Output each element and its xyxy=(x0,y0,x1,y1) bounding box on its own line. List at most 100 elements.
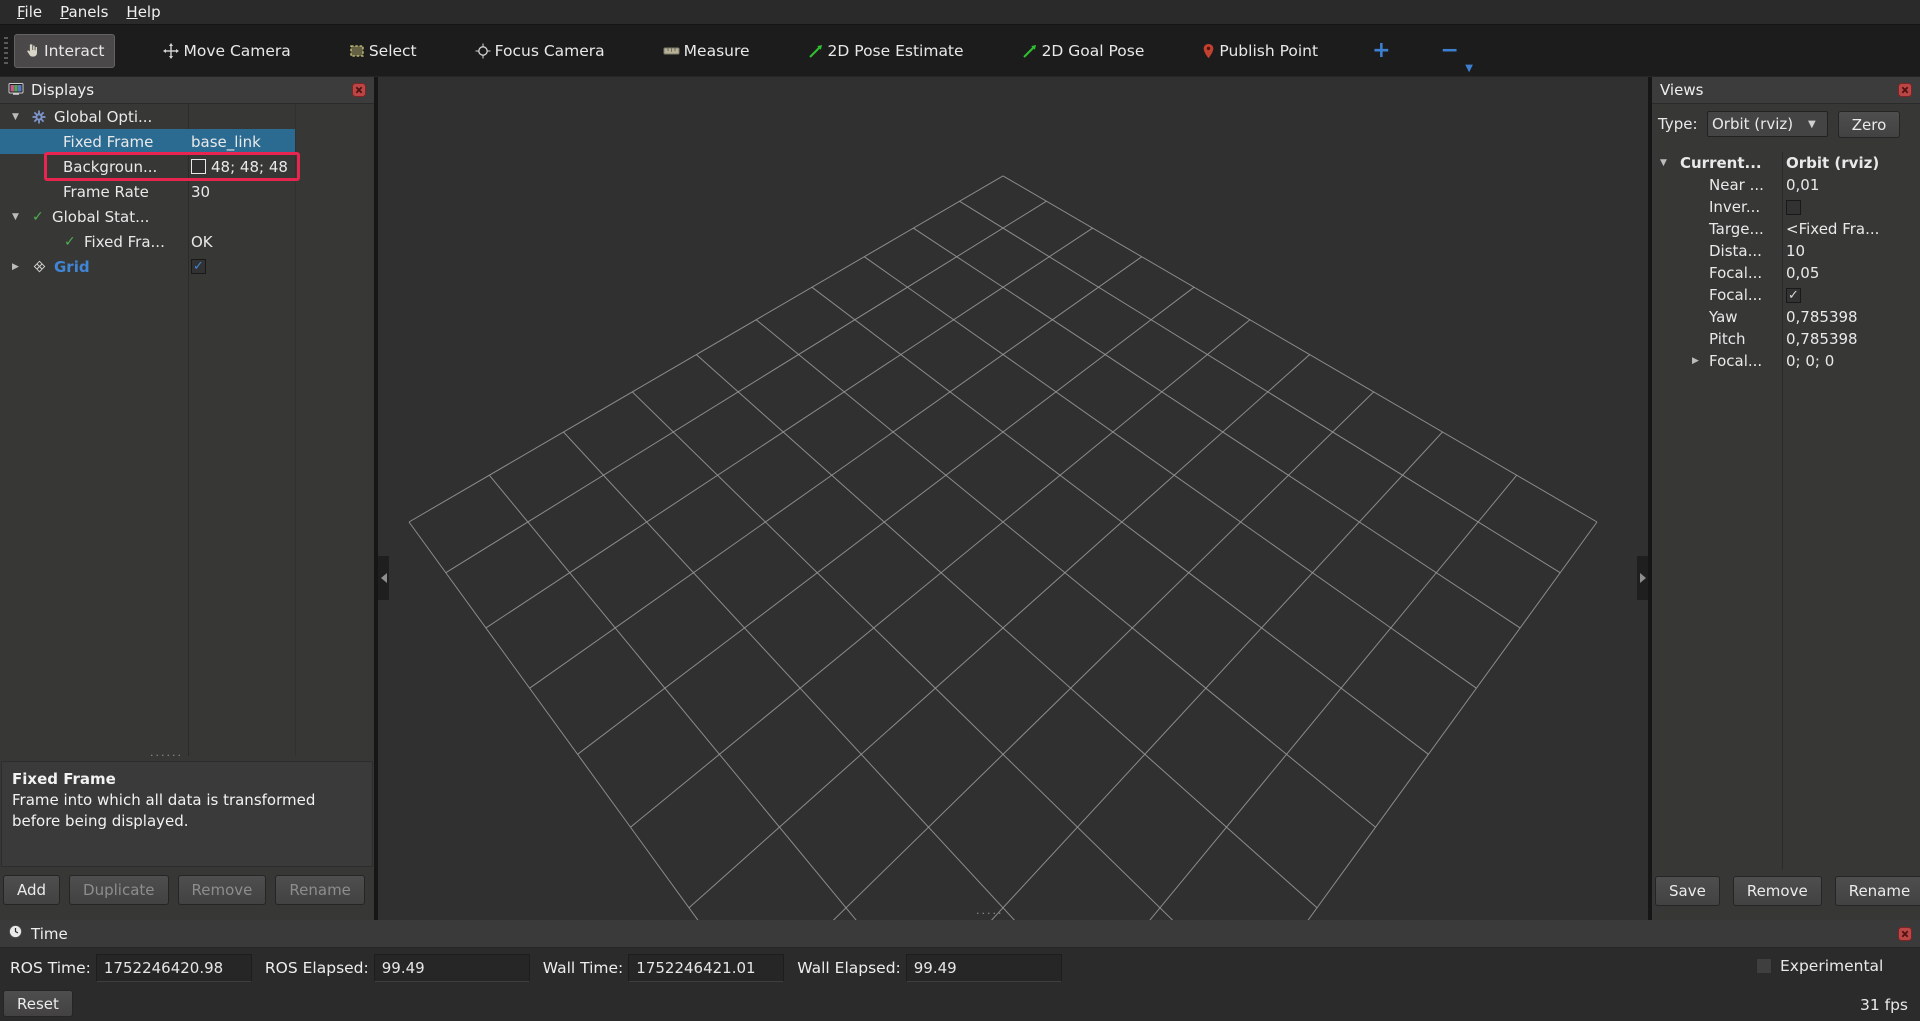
view-row-focal[interactable]: Focal...✓ xyxy=(1652,284,1920,306)
panel-splitter-handle[interactable]: ······ xyxy=(150,753,183,759)
toolbar-drag-handle[interactable] xyxy=(4,37,8,65)
reset-button[interactable]: Reset xyxy=(3,990,73,1017)
view-row-pitch[interactable]: Pitch 0,785398 xyxy=(1652,328,1920,350)
display-row-backgroun[interactable]: Backgroun...48; 48; 48 xyxy=(0,154,374,179)
time-field-value[interactable]: 99.49 xyxy=(906,954,1062,982)
time-field-value[interactable]: 1752246421.01 xyxy=(628,954,784,982)
property-value[interactable]: <Fixed Fra... xyxy=(1786,220,1879,238)
tool-focus-camera[interactable]: Focus Camera xyxy=(465,35,615,67)
time-field-label: ROS Elapsed: xyxy=(265,959,369,977)
displays-rename-button[interactable]: Rename xyxy=(275,875,365,905)
property-value[interactable]: OK xyxy=(191,233,213,251)
property-name: Pitch xyxy=(1709,330,1746,348)
views-rename-button[interactable]: Rename xyxy=(1835,876,1920,906)
menu-file[interactable]: File xyxy=(8,3,51,21)
3d-viewport[interactable]: ····· xyxy=(378,77,1648,920)
tool-label: Measure xyxy=(684,42,750,60)
ruler-icon xyxy=(663,45,680,57)
view-type-row: Type: Orbit (rviz) ▼ Zero xyxy=(1652,108,1920,140)
time-panel-header: Time xyxy=(0,920,1920,948)
display-monitor-icon xyxy=(8,81,24,100)
viewport-resize-handle[interactable]: ····· xyxy=(976,911,1003,917)
property-name: Dista... xyxy=(1709,242,1762,260)
experimental-label: Experimental xyxy=(1780,957,1883,975)
view-row-focal[interactable]: ▶Focal...0; 0; 0 xyxy=(1652,350,1920,372)
view-row-inver[interactable]: Inver... xyxy=(1652,196,1920,218)
color-swatch[interactable] xyxy=(191,159,206,174)
displays-duplicate-button[interactable]: Duplicate xyxy=(69,875,168,905)
menu-panels[interactable]: Panels xyxy=(51,3,117,21)
collapse-right-arrow[interactable] xyxy=(1637,556,1648,600)
zero-button[interactable]: Zero xyxy=(1838,111,1900,138)
experimental-option: Experimental xyxy=(1756,957,1883,975)
display-row-fixed-frame[interactable]: Fixed Frame base_link xyxy=(0,129,374,154)
tool-move-camera[interactable]: Move Camera xyxy=(153,35,300,67)
property-value[interactable]: 10 xyxy=(1786,242,1805,260)
display-row-global-stat[interactable]: ▼✓Global Stat... xyxy=(0,204,374,229)
tool-label: Focus Camera xyxy=(495,42,605,60)
displays-panel-header: Displays xyxy=(0,77,374,104)
toolbar: Interact Move Camera Select Focus Camera Mea… xyxy=(0,25,1920,76)
property-value[interactable]: 0,785398 xyxy=(1786,308,1858,326)
tool-publish-point[interactable]: Publish Point xyxy=(1192,35,1328,67)
selection-box-icon xyxy=(349,44,365,58)
property-value[interactable]: 0,05 xyxy=(1786,264,1819,282)
menubar: FilePanelsHelp xyxy=(0,0,1920,25)
time-field-value[interactable]: 1752246420.98 xyxy=(96,954,252,982)
add-tool-button[interactable]: + xyxy=(1366,38,1396,63)
displays-panel: Displays ▼Global Opti... Fixed Frame base_… xyxy=(0,77,374,920)
property-value[interactable]: Orbit (rviz) xyxy=(1786,154,1879,172)
plus-icon: + xyxy=(1372,38,1390,63)
tool-label: 2D Goal Pose xyxy=(1042,42,1145,60)
tool-2d-pose-estimate[interactable]: 2D Pose Estimate xyxy=(798,35,974,67)
displays-remove-button[interactable]: Remove xyxy=(178,875,267,905)
property-value[interactable]: 0; 0; 0 xyxy=(1786,352,1834,370)
checkbox-checked[interactable]: ✓ xyxy=(1786,288,1801,303)
pose-arrow-icon xyxy=(808,43,824,59)
remove-tool-button[interactable]: −▼ xyxy=(1435,38,1465,63)
displays-add-button[interactable]: Add xyxy=(3,875,60,905)
collapse-left-arrow[interactable] xyxy=(378,556,389,600)
view-type-value: Orbit (rviz) xyxy=(1712,115,1808,133)
checkbox-unchecked[interactable] xyxy=(1786,200,1801,215)
property-value[interactable]: 0,01 xyxy=(1786,176,1819,194)
minus-icon: − xyxy=(1441,38,1459,63)
type-label: Type: xyxy=(1658,115,1698,133)
display-row-global-opti[interactable]: ▼Global Opti... xyxy=(0,104,374,129)
property-value[interactable]: 48; 48; 48 xyxy=(211,158,288,176)
time-close-button[interactable] xyxy=(1898,927,1912,941)
expander-down-icon[interactable]: ▼ xyxy=(12,212,32,222)
tool-measure[interactable]: Measure xyxy=(653,35,760,67)
view-row-dista[interactable]: Dista... 10 xyxy=(1652,240,1920,262)
expander-down-icon[interactable]: ▼ xyxy=(12,112,32,122)
checkbox-checked[interactable]: ✓ xyxy=(191,259,206,274)
time-field-value[interactable]: 99.49 xyxy=(374,954,530,982)
tool-select[interactable]: Select xyxy=(339,35,427,67)
description-title: Fixed Frame xyxy=(12,769,362,790)
expander-right-icon[interactable]: ▶ xyxy=(1692,356,1709,366)
map-pin-icon xyxy=(1202,43,1215,59)
view-row-near[interactable]: Near ...0,01 xyxy=(1652,174,1920,196)
experimental-checkbox[interactable] xyxy=(1756,958,1772,974)
view-row-current[interactable]: ▼Current...Orbit (rviz) xyxy=(1652,152,1920,174)
views-save-button[interactable]: Save xyxy=(1655,876,1720,906)
property-name: Fixed Frame xyxy=(63,133,153,151)
view-type-dropdown[interactable]: Orbit (rviz) ▼ xyxy=(1707,111,1828,137)
property-value[interactable]: 30 xyxy=(191,183,210,201)
property-value[interactable]: base_link xyxy=(191,133,261,151)
expander-down-icon[interactable]: ▼ xyxy=(1660,158,1680,168)
tool-interact[interactable]: Interact xyxy=(14,34,115,68)
display-row-frame-rate[interactable]: Frame Rate30 xyxy=(0,179,374,204)
menu-help[interactable]: Help xyxy=(117,3,169,21)
tool-2d-goal-pose[interactable]: 2D Goal Pose xyxy=(1012,35,1155,67)
view-row-yaw[interactable]: Yaw0,785398 xyxy=(1652,306,1920,328)
expander-right-icon[interactable]: ▶ xyxy=(12,262,32,272)
view-row-focal[interactable]: Focal...0,05 xyxy=(1652,262,1920,284)
views-remove-button[interactable]: Remove xyxy=(1733,876,1822,906)
display-row-grid[interactable]: ▶Grid✓ xyxy=(0,254,374,279)
view-row-targe[interactable]: Targe...<Fixed Fra... xyxy=(1652,218,1920,240)
displays-close-button[interactable] xyxy=(352,83,366,97)
display-row-fixed-fra[interactable]: ✓Fixed Fra...OK xyxy=(0,229,374,254)
views-close-button[interactable] xyxy=(1898,83,1912,97)
property-value[interactable]: 0,785398 xyxy=(1786,330,1858,348)
